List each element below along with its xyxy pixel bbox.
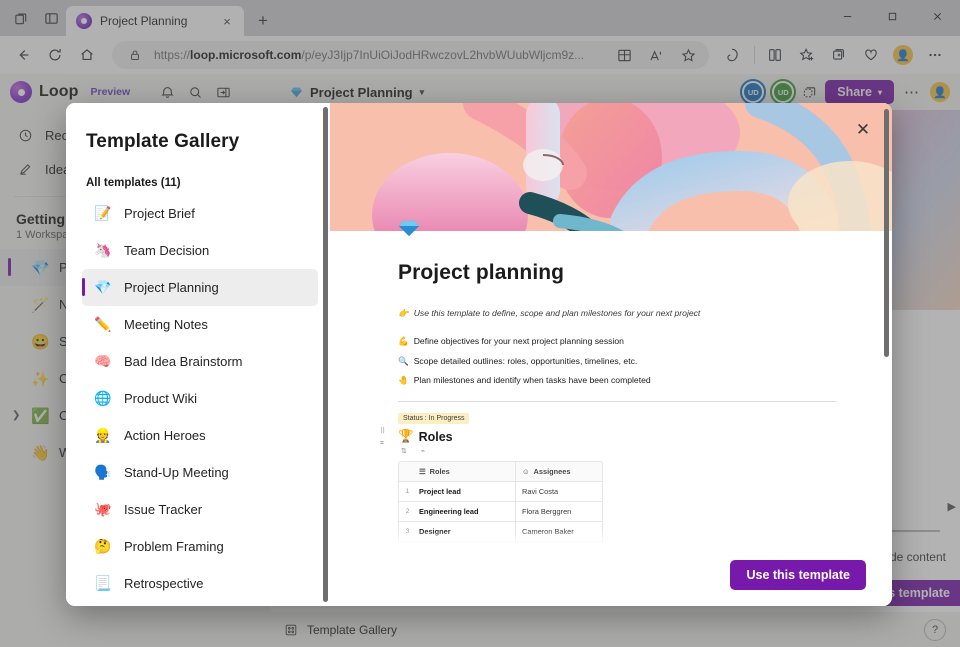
template-gallery-dialog: Template Gallery All templates (11) 📝 Pr… [66,103,892,606]
template-emoji: 💎 [94,279,112,295]
template-document: Project planning ⠿ ⌗ 👉 Use this template … [330,220,892,574]
close-dialog-button[interactable]: ✕ [850,117,876,143]
bullet-item: 💪 Define objectives for your next projec… [398,336,836,347]
template-label: Bad Idea Brainstorm [124,354,243,369]
table-header-row: ☰ Roles ☺ Assignees [399,462,602,482]
template-emoji: 👷 [94,427,112,443]
footer-fade [330,530,892,544]
template-item-stand-up-meeting[interactable]: 🗣️ Stand-Up Meeting [82,454,318,491]
template-emoji: 🐙 [94,501,112,517]
gem-icon [398,220,420,237]
intro-emoji: 👉 [398,308,409,318]
template-item-product-wiki[interactable]: 🌐 Product Wiki [82,380,318,417]
cell-role: Project lead [416,481,516,502]
template-emoji: 🌐 [94,390,112,406]
all-templates-label: All templates (11) [86,177,181,189]
row-index: 1 [405,488,410,495]
roles-heading-text: Roles [418,429,453,444]
intro-text: Use this template to define, scope and p… [413,308,701,318]
preview-scrollbar-thumb[interactable] [884,109,889,357]
bullet-item: 🤚 Plan milestones and identify when task… [398,375,836,386]
scrollbar-thumb[interactable] [323,107,328,602]
template-item-retrospective[interactable]: 📃 Retrospective [82,565,318,602]
template-heading: Project planning [398,261,565,284]
template-item-issue-tracker[interactable]: 🐙 Issue Tracker [82,491,318,528]
column-header-roles-label: Roles [429,467,450,476]
template-label: Stand-Up Meeting [124,465,229,480]
trophy-icon: 🏆 [398,429,414,443]
bullet-emoji: 🤚 [398,375,409,385]
template-label: Action Heroes [124,428,206,443]
person-icon: ☺ [522,467,530,476]
status-badge: Status : In Progress [398,413,470,424]
template-item-project-brief[interactable]: 📝 Project Brief [82,195,318,232]
bullet-emoji: 💪 [398,336,409,346]
template-label: Problem Framing [124,539,224,554]
template-emoji: 🧠 [94,353,112,369]
template-item-team-decision[interactable]: 🦄 Team Decision [82,232,318,269]
filter-icon[interactable]: ⌁ [421,447,425,455]
cell-assignee: Ravi Costa [522,487,559,496]
bullet-item: 🔍 Scope detailed outlines: roles, opport… [398,356,836,367]
bullet-emoji: 🔍 [398,355,409,366]
template-list: 📝 Project Brief 🦄 Team Decision 💎 Projec… [66,195,330,602]
browser-window: Project Planning × + https://loop.micros… [0,0,960,647]
block-handle[interactable]: ⠿ ⌗ [380,426,385,450]
template-hero-image: ✕ [330,103,892,231]
template-label: Project Planning [124,280,219,295]
column-header-roles[interactable]: ☰ Roles [416,462,516,482]
list-icon: ☰ [419,467,426,476]
bullet-text: Scope detailed outlines: roles, opportun… [413,355,638,366]
template-intro: 👉 Use this template to define, scope and… [398,308,836,319]
template-emoji: 🤔 [94,538,112,554]
template-label: Meeting Notes [124,317,208,332]
table-mini-toolbar: ⇅ ⌁ [401,447,836,455]
dialog-footer: Use this template [330,544,892,606]
template-emoji: 🦄 [94,242,112,258]
template-emoji: ✏️ [94,316,112,332]
bullet-text: Define objectives for your next project … [413,336,624,346]
template-gallery-list-pane: Template Gallery All templates (11) 📝 Pr… [66,103,330,606]
use-template-button[interactable]: Use this template [730,560,866,590]
template-list-scrollbar[interactable] [323,107,328,602]
table-row[interactable]: 2 Engineering lead Flora Berggren [399,501,602,522]
dialog-title: Template Gallery [86,131,240,152]
template-item-action-heroes[interactable]: 👷 Action Heroes [82,417,318,454]
cell-assignee: Flora Berggren [522,507,572,516]
template-item-problem-framing[interactable]: 🤔 Problem Framing [82,528,318,565]
template-label: Retrospective [124,576,204,591]
template-emoji: 📃 [94,575,112,591]
template-item-project-planning[interactable]: 💎 Project Planning [82,269,318,306]
column-header-assignees[interactable]: ☺ Assignees [516,467,602,476]
template-item-meeting-notes[interactable]: ✏️ Meeting Notes [82,306,318,343]
column-header-assignees-label: Assignees [533,467,571,476]
sort-icon[interactable]: ⇅ [401,447,407,455]
bullet-text: Plan milestones and identify when tasks … [413,375,651,385]
template-bullets: 💪 Define objectives for your next projec… [398,336,836,386]
template-item-bad-idea-brainstorm[interactable]: 🧠 Bad Idea Brainstorm [82,343,318,380]
roles-section-heading: 🏆 Roles [398,429,836,444]
template-label: Team Decision [124,243,210,258]
cell-role: Engineering lead [416,501,516,522]
template-label: Issue Tracker [124,502,203,517]
template-emoji: 📝 [94,205,112,221]
template-emoji: 🗣️ [94,464,112,480]
table-row[interactable]: 1 Project lead Ravi Costa [399,481,602,502]
template-preview-pane: ✕ Project planning ⠿ ⌗ 👉 Use this templat… [330,103,892,606]
template-label: Product Wiki [124,391,197,406]
template-label: Project Brief [124,206,195,221]
row-index: 2 [405,508,410,515]
